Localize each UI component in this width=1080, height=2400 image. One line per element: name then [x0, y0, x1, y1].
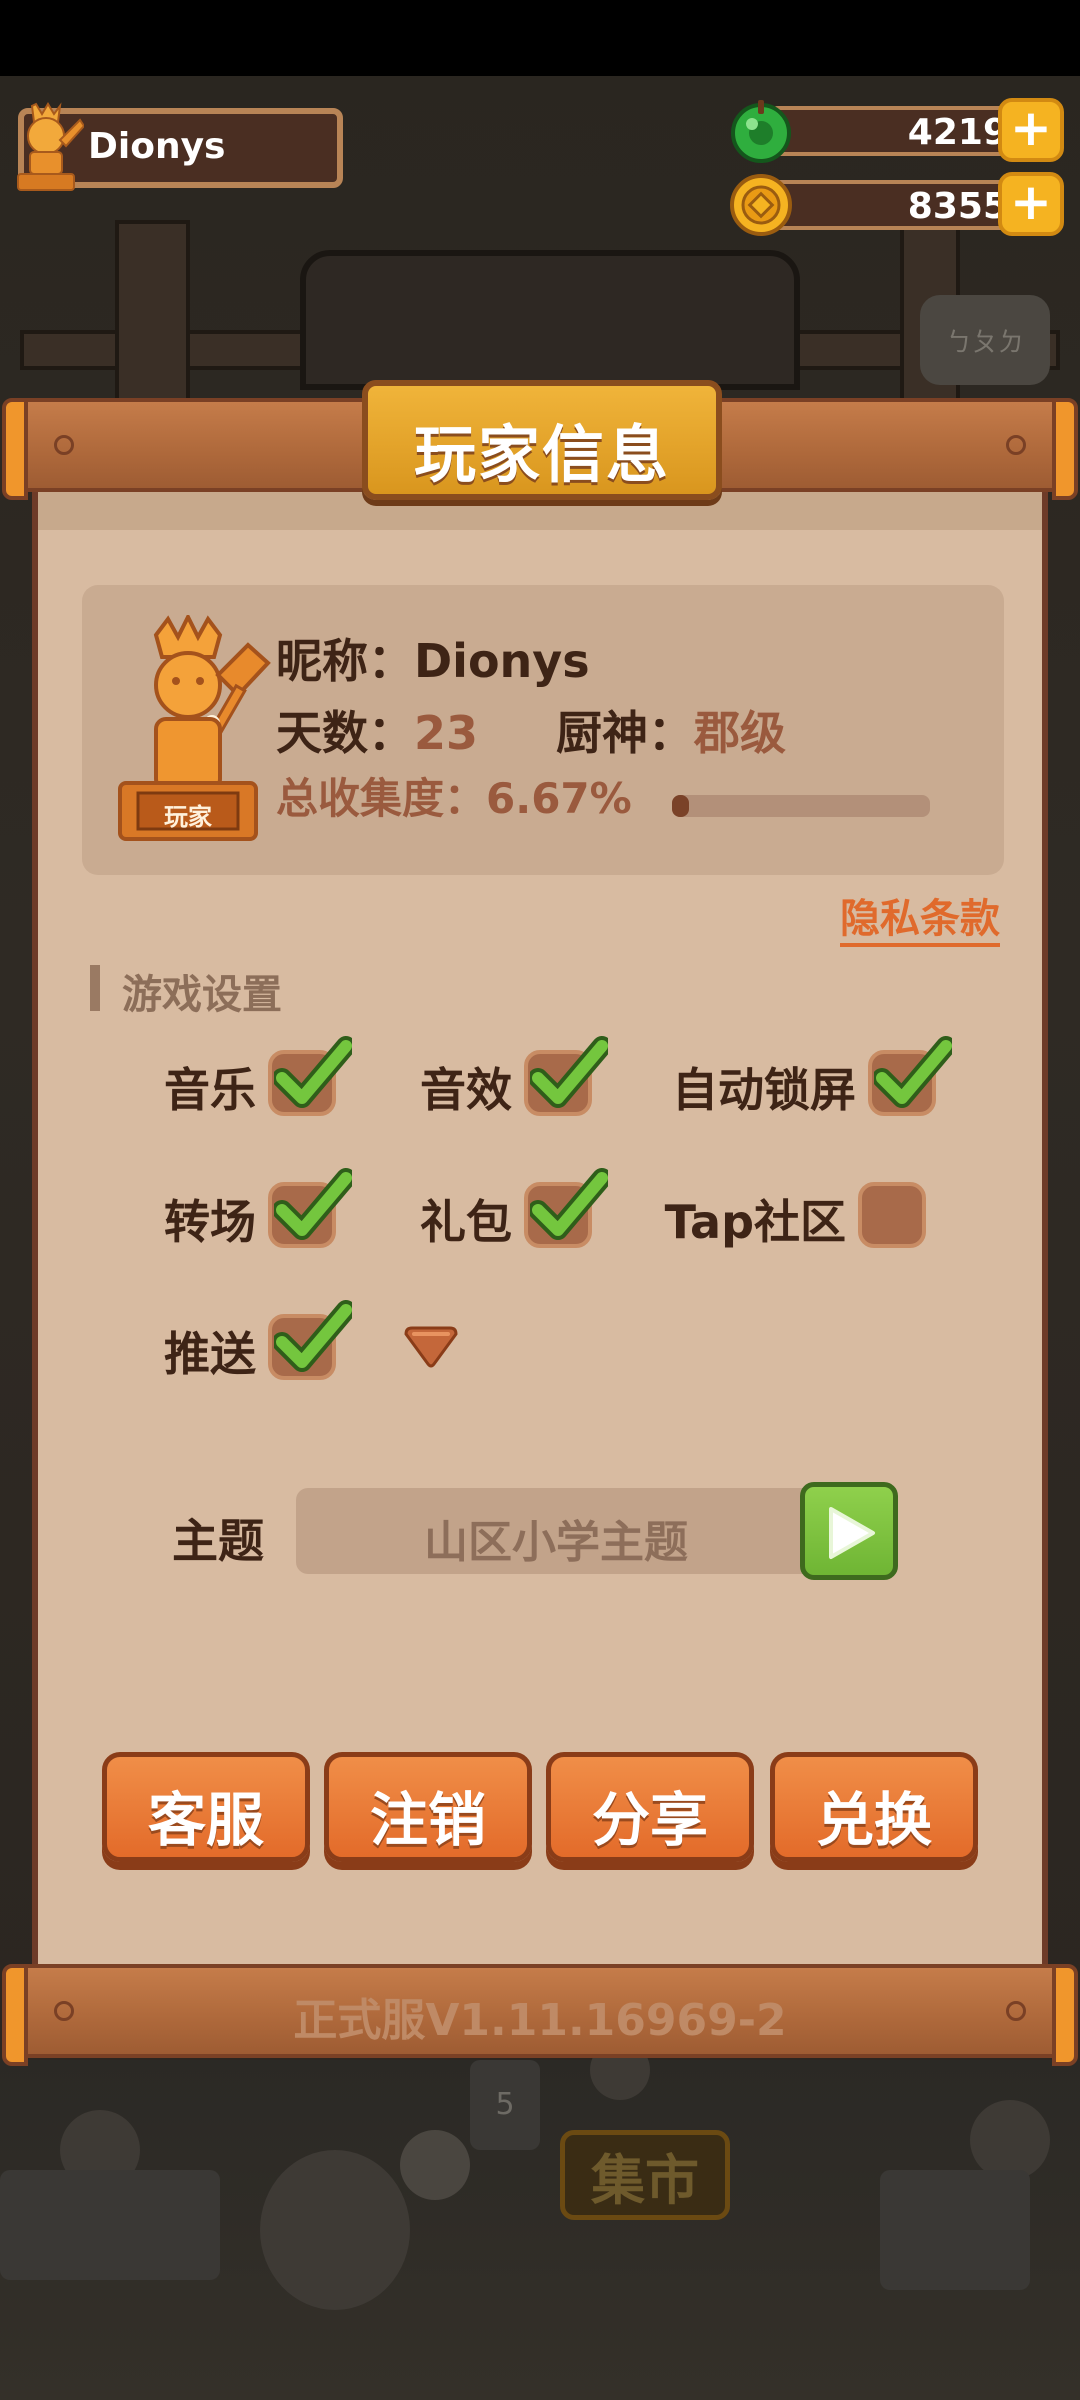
customer-service-button[interactable]: 客服 — [102, 1752, 310, 1862]
button-label: 分享 — [591, 1786, 708, 1854]
add-coin-button[interactable]: + — [998, 172, 1064, 236]
bg-shop-roof — [300, 250, 800, 390]
setting-label: 音效 — [420, 1063, 512, 1117]
setting-label: 转场 — [164, 1195, 256, 1249]
jade-resource: 4219 + — [728, 98, 1068, 163]
logout-button[interactable]: 注销 — [324, 1752, 532, 1862]
player-name: Dionys — [88, 126, 226, 167]
bg-teacher-character — [260, 2150, 410, 2310]
bg-flag-icon — [400, 2130, 470, 2200]
play-arrow-icon — [829, 1507, 875, 1559]
jade-icon — [731, 100, 791, 163]
theme-label: 主题 — [172, 1514, 264, 1568]
version-text: 正式服V1.11.16969-2 — [293, 1995, 787, 2046]
button-label: 注销 — [369, 1786, 486, 1854]
setting-tap-community[interactable]: Tap社区 — [630, 1178, 926, 1258]
setting-label: 礼包 — [420, 1195, 512, 1249]
bg-number-card: 5 — [470, 2060, 540, 2150]
button-label: 客服 — [147, 1786, 264, 1854]
music-checkbox[interactable] — [268, 1036, 352, 1116]
nickname-row: 昵称：Dionys — [276, 625, 590, 691]
trophy-label: 玩家 — [164, 803, 212, 831]
push-checkbox[interactable] — [268, 1300, 352, 1380]
auto-lock-checkbox[interactable] — [868, 1036, 952, 1116]
theme-next-button[interactable] — [800, 1482, 898, 1580]
setting-transition[interactable]: 转场 — [120, 1168, 352, 1258]
days-row: 天数：23 — [276, 697, 478, 763]
section-marker — [90, 965, 100, 1011]
setting-label: 推送 — [164, 1327, 256, 1381]
setting-push[interactable]: 推送 — [120, 1300, 352, 1390]
days-label: 天数： — [276, 706, 414, 760]
chevron-down-icon[interactable] — [402, 1326, 460, 1370]
panel-title: 玩家信息 — [413, 418, 670, 491]
collection-progress-fill — [672, 795, 690, 817]
setting-sound-effects[interactable]: 音效 — [360, 1036, 608, 1126]
status-bar — [0, 0, 1080, 76]
checkmark-icon — [530, 1168, 608, 1240]
nail-icon — [1006, 435, 1026, 455]
nickname-label: 昵称： — [276, 634, 414, 688]
collection-progress-bar — [672, 795, 930, 817]
checkmark-icon — [874, 1036, 952, 1108]
setting-music[interactable]: 音乐 — [120, 1036, 352, 1126]
coin-resource: 8355 + — [728, 172, 1068, 236]
nail-icon — [54, 435, 74, 455]
button-label: 兑换 — [815, 1786, 932, 1854]
coin-icon — [730, 174, 792, 236]
setting-label: Tap社区 — [664, 1195, 846, 1249]
add-jade-button[interactable]: + — [998, 98, 1064, 162]
checkmark-icon — [530, 1036, 608, 1108]
chef-rank-row: 厨神：郡级 — [556, 697, 786, 763]
sound-effects-checkbox[interactable] — [524, 1036, 608, 1116]
checkmark-icon — [274, 1036, 352, 1108]
player-statue-icon — [17, 102, 84, 191]
tap-community-checkbox[interactable] — [858, 1182, 926, 1248]
bg-sign: ㄅㄆㄉ — [920, 295, 1050, 385]
bg-character — [970, 2100, 1050, 2180]
game-settings-title: 游戏设置 — [122, 972, 282, 1018]
checkmark-icon — [274, 1300, 352, 1372]
profile-card: 玩家 昵称：Dionys 天数：23 厨神：郡级 总收集度：6.67% — [82, 585, 1004, 875]
bg-wood-post — [115, 220, 190, 420]
bg-market-sign: 集市 — [560, 2130, 730, 2220]
privacy-policy-link[interactable]: 隐私条款 — [840, 895, 1000, 947]
nickname-value: Dionys — [414, 634, 590, 688]
setting-label: 音乐 — [164, 1063, 256, 1117]
gift-pack-checkbox[interactable] — [524, 1168, 608, 1248]
theme-value: 山区小学主题 — [424, 1517, 688, 1568]
days-value: 23 — [414, 706, 479, 760]
share-button[interactable]: 分享 — [546, 1752, 754, 1862]
theme-selector[interactable]: 山区小学主题 — [296, 1488, 816, 1574]
setting-gift-pack[interactable]: 礼包 — [360, 1168, 608, 1258]
collection-value: 6.67% — [486, 774, 632, 823]
jade-amount: 4219 — [907, 112, 1008, 153]
panel-title-plate: 玩家信息 — [362, 380, 722, 500]
transition-checkbox[interactable] — [268, 1168, 352, 1248]
coin-amount: 8355 — [907, 186, 1008, 227]
collection-row: 总收集度：6.67% — [276, 765, 632, 826]
bg-desk — [880, 2170, 1030, 2290]
chef-rank-value: 郡级 — [694, 706, 786, 760]
collection-label: 总收集度： — [276, 774, 487, 823]
redeem-button[interactable]: 兑换 — [770, 1752, 978, 1862]
setting-auto-lock[interactable]: 自动锁屏 — [630, 1036, 952, 1126]
bg-desk — [0, 2170, 220, 2280]
checkmark-icon — [274, 1168, 352, 1240]
setting-label: 自动锁屏 — [672, 1063, 856, 1117]
chef-rank-label: 厨神： — [556, 706, 694, 760]
